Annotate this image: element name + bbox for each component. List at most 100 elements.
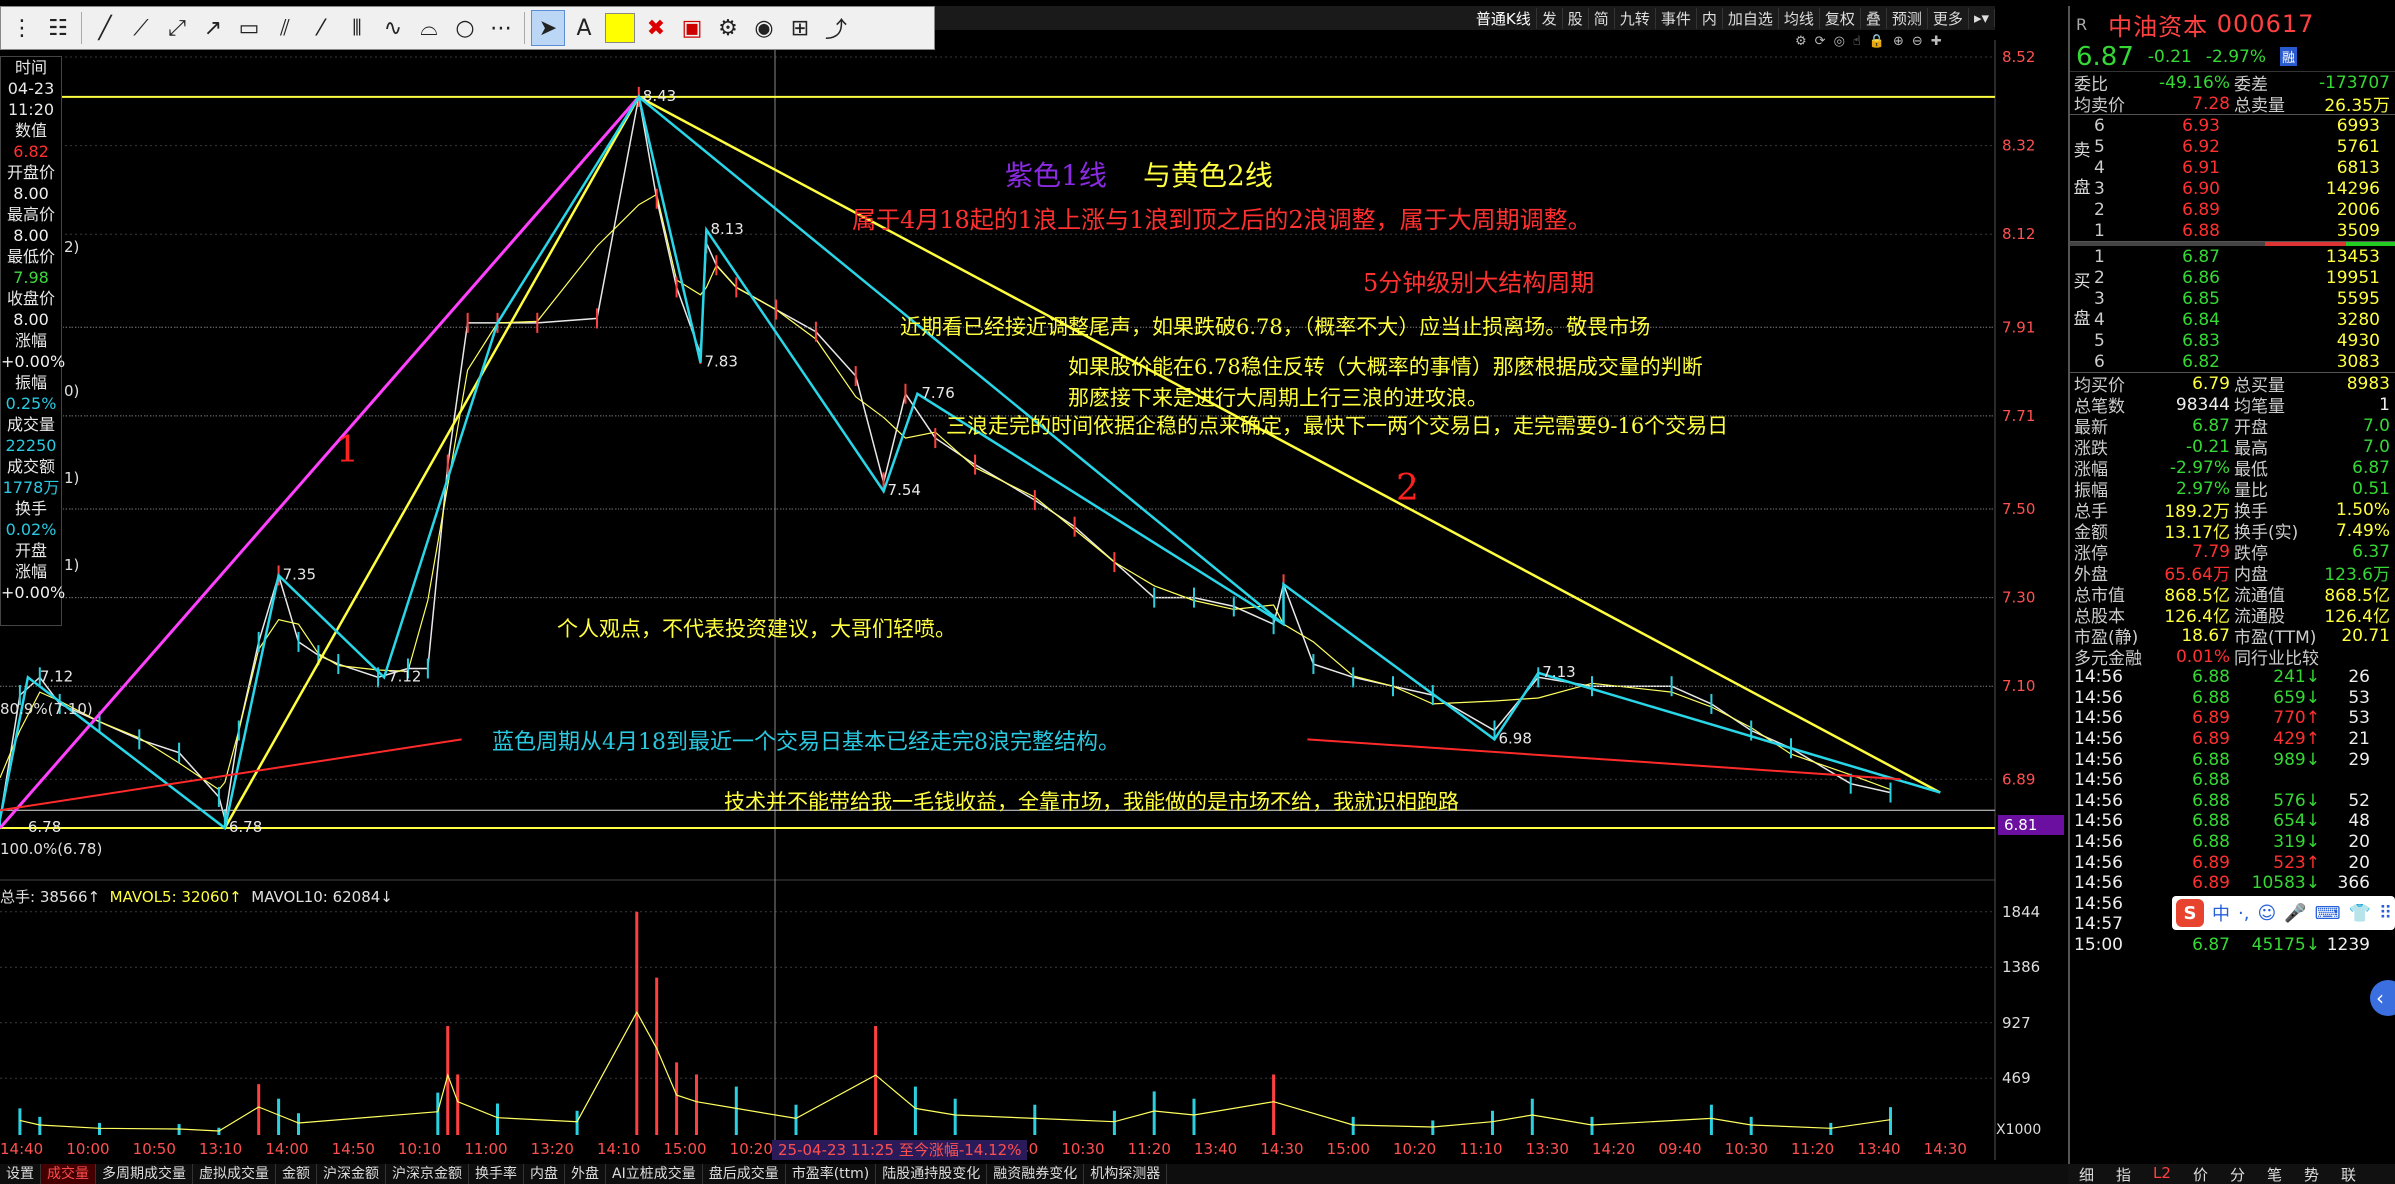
indicator-tab[interactable]: 内盘	[524, 1164, 565, 1184]
cell-label: 外盘	[2074, 565, 2108, 583]
point-label: 7.83	[704, 353, 737, 371]
tick-time: 14:56	[2074, 852, 2123, 873]
ask-row[interactable]: 1 6.88 3509	[2090, 220, 2395, 241]
tick-row: 14:56 6.88 241↓ 26	[2070, 667, 2395, 688]
quote-tab[interactable]: 价	[2182, 1164, 2219, 1184]
cell-value: 65.64万	[2164, 565, 2230, 583]
ime-lang-icon[interactable]: 中	[2212, 900, 2230, 926]
indicator-tab[interactable]: AI立桩成交量	[606, 1164, 703, 1184]
price-tick-label: 7.10	[2002, 677, 2035, 695]
quote-tab[interactable]: 指	[2105, 1164, 2142, 1184]
indicator-tab[interactable]: 盘后成交量	[703, 1164, 786, 1184]
indicator-tab[interactable]: 成交量	[41, 1164, 96, 1184]
bid-volume: 4930	[2336, 330, 2380, 351]
indicator-tab[interactable]: 融资融券变化	[987, 1164, 1085, 1184]
tick-row: 14:56 6.88 989↓ 29	[2070, 749, 2395, 770]
indicator-tab[interactable]: 沪深京金额	[386, 1164, 469, 1184]
cell-value: 868.5亿	[2324, 586, 2390, 604]
cell-value: -0.21	[2186, 436, 2230, 457]
bid-row[interactable]: 1 6.87 13453	[2090, 246, 2395, 267]
ask-price: 6.92	[2182, 136, 2220, 157]
info-value: 04-23	[7, 79, 55, 98]
cell-value: 13.17亿	[2164, 523, 2230, 541]
indicator-tab[interactable]: 换手率	[469, 1164, 524, 1184]
info-value: 6.82	[13, 142, 49, 161]
volume-bar	[1491, 1110, 1494, 1135]
tick-time: 14:56	[2074, 790, 2123, 811]
quote-tab[interactable]: 分	[2219, 1164, 2256, 1184]
quote-tab[interactable]: L2	[2142, 1164, 2182, 1184]
cell-value: 1	[2379, 394, 2390, 415]
cell-label: 多元金融	[2074, 649, 2142, 667]
ask-row[interactable]: 5 6.92 5761	[2090, 136, 2395, 157]
time-tick-label: 09:40	[1658, 1140, 1702, 1158]
stat-row: 总股本 126.4亿 流通股 126.4亿	[2070, 604, 2395, 625]
indicator-tab[interactable]: 虚拟成交量	[193, 1164, 276, 1184]
indicator-tab[interactable]: 设置	[0, 1164, 41, 1184]
ime-toolbar[interactable]: S 中 ·, ☺ 🎤 ⌨ 👕 ⠿	[2172, 896, 2395, 930]
tick-price: 6.88	[2192, 667, 2230, 688]
cell-value: 98344	[2175, 394, 2230, 415]
ask-row[interactable]: 3 6.90 14296	[2090, 178, 2395, 199]
indicator-tab[interactable]: 外盘	[565, 1164, 606, 1184]
volume-bar	[1152, 1091, 1156, 1135]
indicator-tab[interactable]: 市盈率(ttm)	[786, 1164, 877, 1184]
info-label: 开盘价	[6, 163, 55, 182]
cell-value: 123.6万	[2324, 565, 2390, 583]
indicator-tab[interactable]: 陆股通持股变化	[876, 1164, 988, 1184]
annotation-yellow-title: 与黄色2线	[1143, 159, 1273, 192]
quote-tab[interactable]: 细	[2068, 1164, 2105, 1184]
stat-row: 涨停 7.79 跌停 6.37	[2070, 541, 2395, 563]
volume-bar	[794, 1104, 798, 1135]
annotation-line: 三浪走完的时间依据企稳的点来确定，最快下一两个交易日，走完需要9-16个交易日	[946, 414, 1729, 438]
ime-logo-icon[interactable]: S	[2176, 899, 2204, 927]
ask-row[interactable]: 2 6.89 2006	[2090, 199, 2395, 220]
ime-mic-icon[interactable]: 🎤	[2284, 903, 2306, 924]
bid-row[interactable]: 3 6.85 5595	[2090, 288, 2395, 309]
quote-tab[interactable]: 势	[2293, 1164, 2330, 1184]
info-value: 22250	[5, 436, 57, 455]
cell-value: 126.4亿	[2324, 607, 2390, 625]
indicator-tab[interactable]: 多周期成交量	[96, 1164, 193, 1184]
price-tick-label: 7.71	[2002, 407, 2035, 425]
ime-punct-icon[interactable]: ·,	[2238, 903, 2249, 924]
indicator-tab[interactable]: 机构探测器	[1084, 1164, 1168, 1184]
bid-row[interactable]: 6 6.82 3083	[2090, 351, 2395, 372]
stat-row: 振幅 2.97% 量比 0.51	[2070, 478, 2395, 500]
bid-row[interactable]: 4 6.84 3280	[2090, 309, 2395, 330]
r-icon[interactable]: R	[2076, 15, 2088, 34]
quote-tab[interactable]: 联	[2330, 1164, 2367, 1184]
cell-value: 6.79	[2192, 373, 2230, 394]
tick-volume: 319↓	[2273, 832, 2320, 853]
axis-labels: 8.52 8.32 8.12 7.91 7.71 7.50 7.30 7.10 6.89 1844…	[2002, 48, 2040, 1087]
point-label: 8.13	[710, 220, 743, 238]
point-label: 7.35	[283, 565, 316, 583]
cell-label: 金额	[2074, 523, 2108, 541]
ask-row[interactable]: 6 6.93 6993	[2090, 115, 2395, 136]
tick-volume: 654↓	[2273, 811, 2320, 832]
tick-volume: 429↑	[2273, 729, 2320, 750]
indicator-tabs: 设置 成交量 多周期成交量 虚拟成交量 金额 沪深金额 沪深京金额 换手率 内盘 外盘 AI立桩成交…	[0, 1164, 2068, 1184]
quote-tab[interactable]: 笔	[2256, 1164, 2293, 1184]
ask-block: 卖盘 6 6.93 6993 5 6.92 5761 4 6.91 6813 3 6.90 14296…	[2070, 114, 2395, 242]
ime-keyboard-icon[interactable]: ⌨	[2315, 903, 2341, 924]
indicator-tab[interactable]: 金额	[276, 1164, 317, 1184]
annotation-line: 近期看已经接近调整尾声，如果跌破6.78，（概率不大）应当止损离场。敬畏市场	[900, 315, 1651, 339]
tick-volume: 45175↓	[2251, 935, 2320, 956]
tick-count: 26	[2348, 667, 2370, 688]
point-label: 6.78	[28, 818, 61, 836]
ime-emoji-icon[interactable]: ☺	[2257, 903, 2276, 924]
tick-price: 6.88	[2192, 770, 2230, 791]
tick-volume: 576↓	[2273, 790, 2320, 811]
volume-bar	[655, 977, 659, 1135]
cell-value: 1.50%	[2335, 499, 2390, 520]
info-value: 1778万	[2, 478, 60, 497]
bid-row[interactable]: 2 6.86 19951	[2090, 267, 2395, 288]
bid-row[interactable]: 5 6.83 4930	[2090, 330, 2395, 351]
indicator-tab[interactable]: 沪深金额	[317, 1164, 386, 1184]
ask-volume: 6993	[2336, 115, 2380, 136]
ask-row[interactable]: 4 6.91 6813	[2090, 157, 2395, 178]
stock-chart-screen: ⋮ ☷ ╱ ⟋ ⤢ ↗ ▭ ⫽ ⁄ ⦀ ∿ ⌓ ○ ⋯ ➤ A ✖ ▣ ⚙ ◉ …	[0, 0, 2395, 1184]
ime-skin-icon[interactable]: 👕	[2349, 903, 2371, 924]
ime-menu-icon[interactable]: ⠿	[2379, 903, 2392, 924]
